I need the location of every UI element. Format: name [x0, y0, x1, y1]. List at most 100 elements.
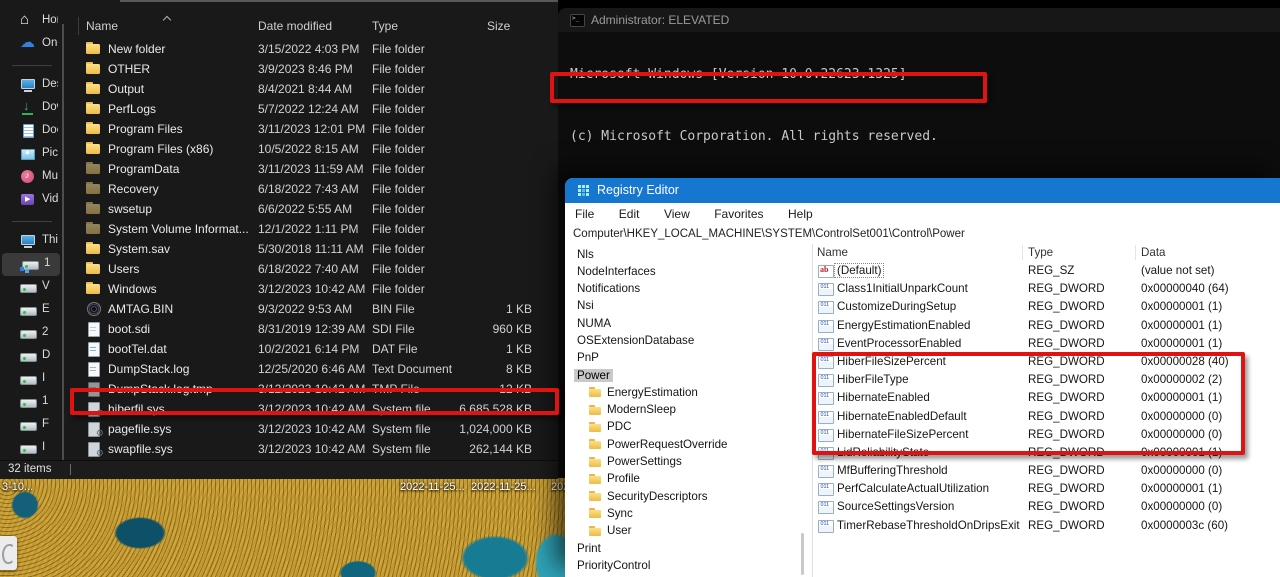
- file-row[interactable]: Program Files 3/11/2023 12:01 PM File fo…: [78, 119, 548, 139]
- file-row[interactable]: bootTel.dat 10/2/2021 6:14 PM DAT File 1…: [78, 339, 548, 359]
- registry-tree-item[interactable]: Power: [565, 367, 811, 384]
- file-row[interactable]: OTHER 3/9/2023 8:46 PM File folder: [78, 59, 548, 79]
- registry-value-row[interactable]: SourceSettingsVersion REG_DWORD 0x000000…: [813, 498, 1280, 516]
- registry-tree-item[interactable]: Notifications: [565, 281, 811, 298]
- cmd-title-bar[interactable]: Administrator: ELEVATED: [558, 8, 1280, 32]
- desktop-icon-label[interactable]: 3-10...: [2, 481, 33, 493]
- sidebar-scrollbar[interactable]: [62, 24, 64, 462]
- sidebar-item[interactable]: F: [0, 414, 62, 437]
- tree-scrollbar-thumb[interactable]: [801, 533, 804, 575]
- file-row[interactable]: Output 8/4/2021 8:44 AM File folder: [78, 79, 548, 99]
- regedit-title-bar[interactable]: Registry Editor: [565, 178, 1280, 203]
- registry-value-row[interactable]: Class1InitialUnparkCount REG_DWORD 0x000…: [813, 280, 1280, 298]
- file-row[interactable]: Windows 3/12/2023 10:42 AM File folder: [78, 279, 548, 299]
- annotation-box-hibernate-values: [812, 352, 1245, 455]
- registry-tree-item[interactable]: NUMA: [565, 315, 811, 332]
- registry-tree-item[interactable]: PriorityControl: [565, 557, 811, 574]
- column-header-date-modified[interactable]: Date modified: [258, 19, 332, 33]
- sidebar-item[interactable]: Pictures: [0, 143, 62, 166]
- sidebar-item[interactable]: D: [0, 345, 62, 368]
- sidebar-item[interactable]: Home: [0, 10, 62, 33]
- file-row[interactable]: System.sav 5/30/2018 11:11 AM File folde…: [78, 239, 548, 259]
- file-row[interactable]: PerfLogs 5/7/2022 12:24 AM File folder: [78, 99, 548, 119]
- registry-tree-item[interactable]: Print: [565, 540, 811, 557]
- values-column-data[interactable]: Data: [1141, 246, 1166, 259]
- sidebar-item[interactable]: I: [0, 368, 62, 391]
- sidebar-item[interactable]: Desktop: [0, 74, 62, 97]
- desktop-icon-label[interactable]: 2022-11-25...: [400, 481, 465, 493]
- sidebar-item[interactable]: 1: [2, 253, 60, 276]
- registry-tree-item[interactable]: Profile: [565, 471, 811, 488]
- sidebar-item[interactable]: 2: [0, 322, 62, 345]
- desktop-icon-label[interactable]: 2022-11-25...: [471, 481, 536, 493]
- registry-tree-item[interactable]: Nls: [565, 246, 811, 263]
- file-row[interactable]: Users 6/18/2022 7:40 AM File folder: [78, 259, 548, 279]
- file-row[interactable]: AMTAG.BIN 9/3/2022 9:53 AM BIN File 1 KB: [78, 299, 548, 319]
- sidebar-item[interactable]: I: [0, 437, 62, 460]
- sidebar-item[interactable]: [0, 56, 62, 74]
- file-row[interactable]: DumpStack.log 12/25/2020 6:46 AM Text Do…: [78, 359, 548, 379]
- sort-ascending-icon[interactable]: [164, 14, 171, 21]
- column-divider[interactable]: [1022, 245, 1023, 260]
- column-header-name[interactable]: Name: [86, 19, 118, 33]
- registry-tree-item[interactable]: Sync: [565, 505, 811, 522]
- registry-tree-item[interactable]: SecurityDescriptors: [565, 488, 811, 505]
- file-row[interactable]: pagefile.sys 3/12/2023 10:42 AM System f…: [78, 419, 548, 439]
- registry-value-type-icon: [818, 465, 834, 479]
- registry-value-row[interactable]: (Default) REG_SZ (value not set): [813, 262, 1280, 280]
- sidebar-item[interactable]: [0, 212, 62, 230]
- menu-item[interactable]: Edit: [609, 203, 650, 225]
- registry-tree-item[interactable]: PowerRequestOverride: [565, 436, 811, 453]
- menu-item[interactable]: Favorites: [704, 203, 773, 225]
- sidebar-item[interactable]: E: [0, 299, 62, 322]
- sidebar-item[interactable]: Music: [0, 166, 62, 189]
- column-header-type[interactable]: Type: [372, 19, 398, 33]
- menu-item[interactable]: File: [565, 203, 604, 225]
- file-row[interactable]: ProgramData 3/11/2023 11:59 AM File fold…: [78, 159, 548, 179]
- values-column-type[interactable]: Type: [1028, 246, 1053, 259]
- registry-tree-item[interactable]: OSExtensionDatabase: [565, 332, 811, 349]
- folder-icon: [589, 456, 602, 468]
- sidebar-item[interactable]: Documents: [0, 120, 62, 143]
- file-row[interactable]: boot.sdi 8/31/2019 12:39 AM SDI File 960…: [78, 319, 548, 339]
- values-column-name[interactable]: Name: [817, 246, 848, 259]
- folder-icon: [589, 491, 602, 502]
- registry-value-row[interactable]: TimerRebaseThresholdOnDripsExit REG_DWOR…: [813, 517, 1280, 535]
- file-row[interactable]: System Volume Informat... 12/1/2022 1:11…: [78, 219, 548, 239]
- registry-tree-item[interactable]: PDC: [565, 419, 811, 436]
- column-divider[interactable]: [78, 17, 79, 35]
- sidebar-item[interactable]: This PC: [0, 230, 62, 253]
- file-row[interactable]: Recovery 6/18/2022 7:43 AM File folder: [78, 179, 548, 199]
- registry-value-row[interactable]: PerfCalculateActualUtilization REG_DWORD…: [813, 480, 1280, 498]
- sidebar-item[interactable]: V: [0, 276, 62, 299]
- sidebar-item[interactable]: Downloads: [0, 97, 62, 120]
- registry-value-row[interactable]: MfBufferingThreshold REG_DWORD 0x0000000…: [813, 462, 1280, 480]
- registry-tree-item[interactable]: PnP: [565, 350, 811, 367]
- registry-tree-item[interactable]: NodeInterfaces: [565, 263, 811, 280]
- registry-value-name: MfBufferingThreshold: [837, 464, 948, 478]
- menu-item[interactable]: Help: [778, 203, 823, 225]
- registry-value-row[interactable]: EventProcessorEnabled REG_DWORD 0x000000…: [813, 335, 1280, 353]
- file-row[interactable]: Program Files (x86) 10/5/2022 8:15 AM Fi…: [78, 139, 548, 159]
- sidebar-item[interactable]: 1: [0, 391, 62, 414]
- registry-tree-item[interactable]: PowerSettings: [565, 454, 811, 471]
- menu-item[interactable]: View: [654, 203, 700, 225]
- sidebar-item[interactable]: OneDrive: [0, 33, 62, 56]
- regedit-address-bar[interactable]: Computer\HKEY_LOCAL_MACHINE\SYSTEM\Contr…: [565, 225, 1280, 245]
- registry-tree-item[interactable]: Nsi: [565, 298, 811, 315]
- registry-tree-item[interactable]: EnergyEstimation: [565, 384, 811, 401]
- column-header-size[interactable]: Size: [487, 19, 510, 33]
- column-divider[interactable]: [1135, 245, 1136, 260]
- desktop-app-icon[interactable]: [0, 536, 17, 570]
- desktop-wallpaper: 3-10... 2022-11-25... 2022-11-25... 202.…: [0, 478, 579, 577]
- file-row[interactable]: New folder 3/15/2022 4:03 PM File folder: [78, 39, 548, 59]
- file-type: SDI File: [372, 322, 415, 336]
- registry-tree-item[interactable]: ModernSleep: [565, 402, 811, 419]
- sidebar-item[interactable]: Videos: [0, 189, 62, 212]
- file-row[interactable]: swapfile.sys 3/12/2023 10:42 AM System f…: [78, 439, 548, 459]
- file-name: swapfile.sys: [108, 442, 173, 456]
- file-row[interactable]: swsetup 6/6/2022 5:55 AM File folder: [78, 199, 548, 219]
- registry-value-row[interactable]: CustomizeDuringSetup REG_DWORD 0x0000000…: [813, 298, 1280, 316]
- registry-tree-item[interactable]: User: [565, 523, 811, 540]
- registry-value-row[interactable]: EnergyEstimationEnabled REG_DWORD 0x0000…: [813, 317, 1280, 335]
